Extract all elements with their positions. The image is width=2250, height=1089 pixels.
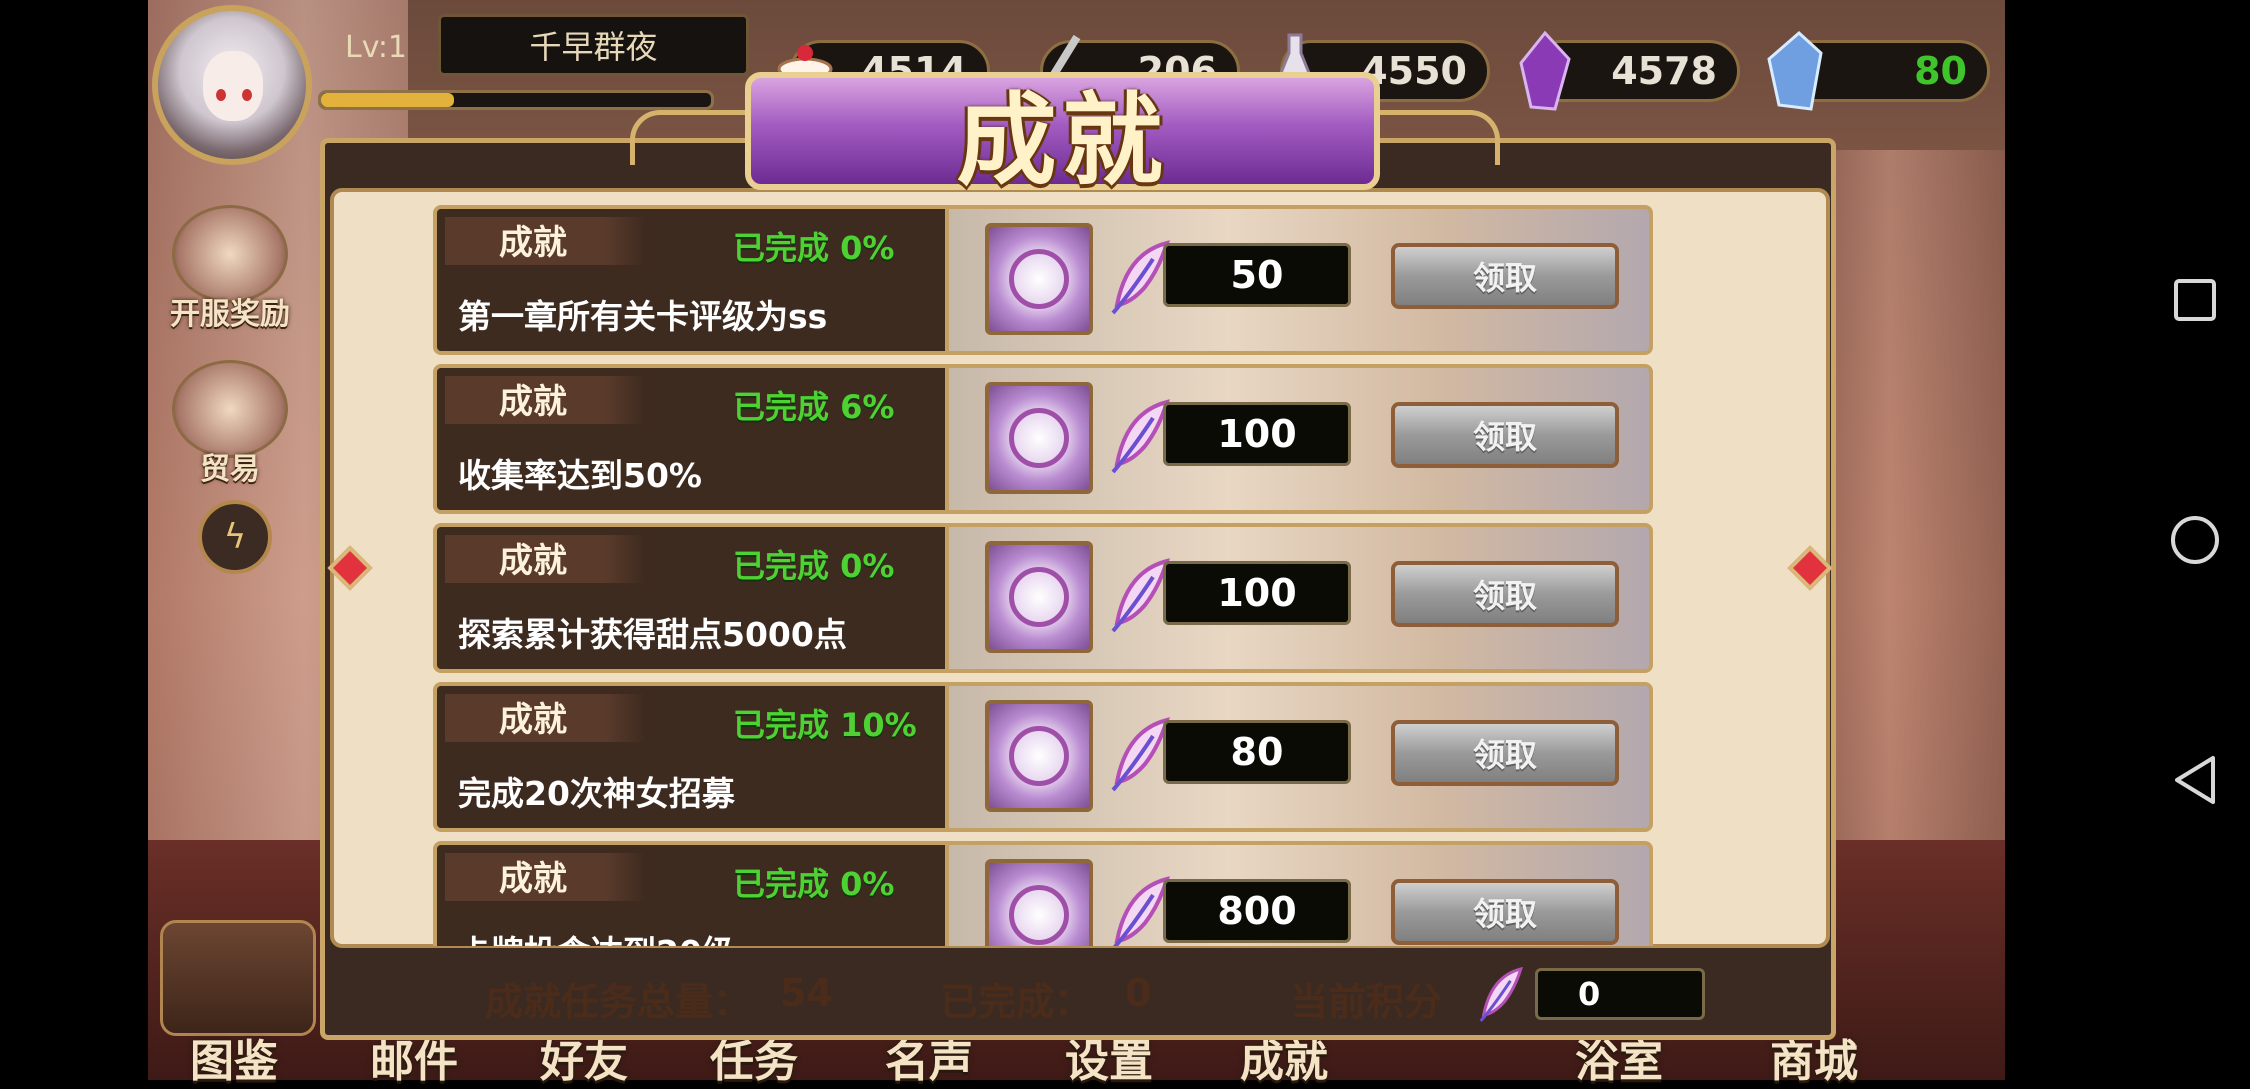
achievement-description: 第一章所有关卡评级为ss bbox=[458, 297, 828, 336]
trade-button[interactable]: 贸易 bbox=[165, 360, 295, 488]
resource-blue-crystal[interactable]: 80 bbox=[1767, 30, 1990, 111]
encyclopedia-book-icon bbox=[160, 920, 316, 1036]
tab-encyclopedia[interactable]: 图鉴 bbox=[190, 1025, 278, 1089]
player-avatar[interactable] bbox=[152, 5, 312, 165]
server-reward-button[interactable]: 开服奖励 bbox=[165, 205, 295, 333]
current-score-value: 0 bbox=[1578, 975, 1601, 1013]
reward-amount: 80 bbox=[1163, 720, 1351, 784]
player-level: Lv:1 bbox=[345, 30, 408, 65]
completed-value: 0 bbox=[1125, 971, 1152, 1015]
reward-card-icon bbox=[985, 700, 1093, 812]
achievement-category: 成就 bbox=[499, 223, 567, 263]
achievement-category: 成就 bbox=[499, 541, 567, 581]
current-score-label: 当前积分 bbox=[1290, 980, 1443, 1024]
total-tasks-value: 54 bbox=[780, 971, 833, 1015]
server-reward-label: 开服奖励 bbox=[170, 297, 290, 332]
lightning-icon: ϟ bbox=[223, 517, 247, 557]
blue-crystal-icon bbox=[1767, 30, 1823, 111]
achievement-row: 成就 已完成 10% 完成20次神女招募 80 领取 bbox=[433, 682, 1653, 832]
claim-button[interactable]: 领取 bbox=[1391, 561, 1619, 627]
achievement-description: 卡牌投食达到20级 bbox=[458, 926, 735, 946]
achievement-description: 收集率达到50% bbox=[458, 456, 702, 495]
achievement-category: 成就 bbox=[499, 700, 567, 740]
achievement-row: 成就 已完成 0% 卡牌投食达到20级 800 领取 bbox=[433, 841, 1653, 946]
achievement-row: 成就 已完成 6% 收集率达到50% 100 领取 bbox=[433, 364, 1653, 514]
resource-value: 4578 bbox=[1611, 49, 1717, 93]
current-score-box: 0 bbox=[1535, 968, 1705, 1020]
achievement-row: 成就 已完成 0% 第一章所有关卡评级为ss 50 领取 bbox=[433, 205, 1653, 355]
achievement-progress: 已完成 0% bbox=[733, 229, 895, 267]
avatar-face bbox=[203, 51, 263, 121]
resource-value: 80 bbox=[1914, 49, 1967, 93]
claim-button[interactable]: 领取 bbox=[1391, 879, 1619, 945]
reward-card-icon bbox=[985, 223, 1093, 335]
claim-button[interactable]: 领取 bbox=[1391, 243, 1619, 309]
next-page-arrow-icon[interactable] bbox=[1787, 545, 1833, 591]
avatar-eye-right bbox=[242, 89, 252, 101]
reward-amount: 50 bbox=[1163, 243, 1351, 307]
achievement-progress: 已完成 10% bbox=[733, 706, 917, 744]
achievement-list[interactable]: 成就 已完成 0% 第一章所有关卡评级为ss 50 领取 成就 已完成 6% 收集率达到50%… bbox=[430, 200, 1660, 946]
feather-icon bbox=[1479, 966, 1524, 1023]
reward-amount: 100 bbox=[1163, 561, 1351, 625]
back-icon[interactable] bbox=[2165, 750, 2225, 810]
achievement-category: 成就 bbox=[499, 382, 567, 422]
trade-label: 贸易 bbox=[200, 452, 260, 487]
completed-label: 已完成： bbox=[940, 980, 1093, 1024]
title-ornament-right bbox=[1375, 110, 1500, 165]
exp-bar-fill bbox=[321, 93, 454, 107]
title-ornament-left bbox=[630, 110, 755, 165]
panel-title: 成就 bbox=[956, 81, 1169, 199]
achievement-progress: 已完成 0% bbox=[733, 547, 895, 585]
claim-button[interactable]: 领取 bbox=[1391, 402, 1619, 468]
reward-amount: 800 bbox=[1163, 879, 1351, 943]
total-tasks-label: 成就任务总量： bbox=[485, 980, 752, 1024]
reward-amount: 100 bbox=[1163, 402, 1351, 466]
avatar-eye-left bbox=[216, 89, 226, 101]
achievement-row: 成就 已完成 0% 探索累计获得甜点5000点 100 领取 bbox=[433, 523, 1653, 673]
reward-card-icon bbox=[985, 859, 1093, 946]
reward-card-icon bbox=[985, 541, 1093, 653]
toggle-menu-button[interactable]: ϟ bbox=[198, 500, 272, 574]
claim-button[interactable]: 领取 bbox=[1391, 720, 1619, 786]
home-icon[interactable] bbox=[2165, 510, 2225, 570]
reward-card-icon bbox=[985, 382, 1093, 494]
panel-title-plate: 成就 bbox=[745, 72, 1380, 199]
resource-purple-crystal[interactable]: 4578 bbox=[1519, 30, 1740, 111]
player-name: 千早群夜 bbox=[438, 14, 749, 76]
purple-crystal-icon bbox=[1519, 30, 1571, 111]
exp-bar bbox=[318, 90, 714, 110]
achievement-description: 探索累计获得甜点5000点 bbox=[458, 615, 847, 654]
achievement-category: 成就 bbox=[499, 859, 567, 899]
achievement-description: 完成20次神女招募 bbox=[458, 774, 735, 813]
achievement-progress: 已完成 0% bbox=[733, 865, 895, 903]
achievement-progress: 已完成 6% bbox=[733, 388, 895, 426]
prev-page-arrow-icon[interactable] bbox=[327, 545, 373, 591]
recent-apps-icon[interactable] bbox=[2165, 270, 2225, 330]
